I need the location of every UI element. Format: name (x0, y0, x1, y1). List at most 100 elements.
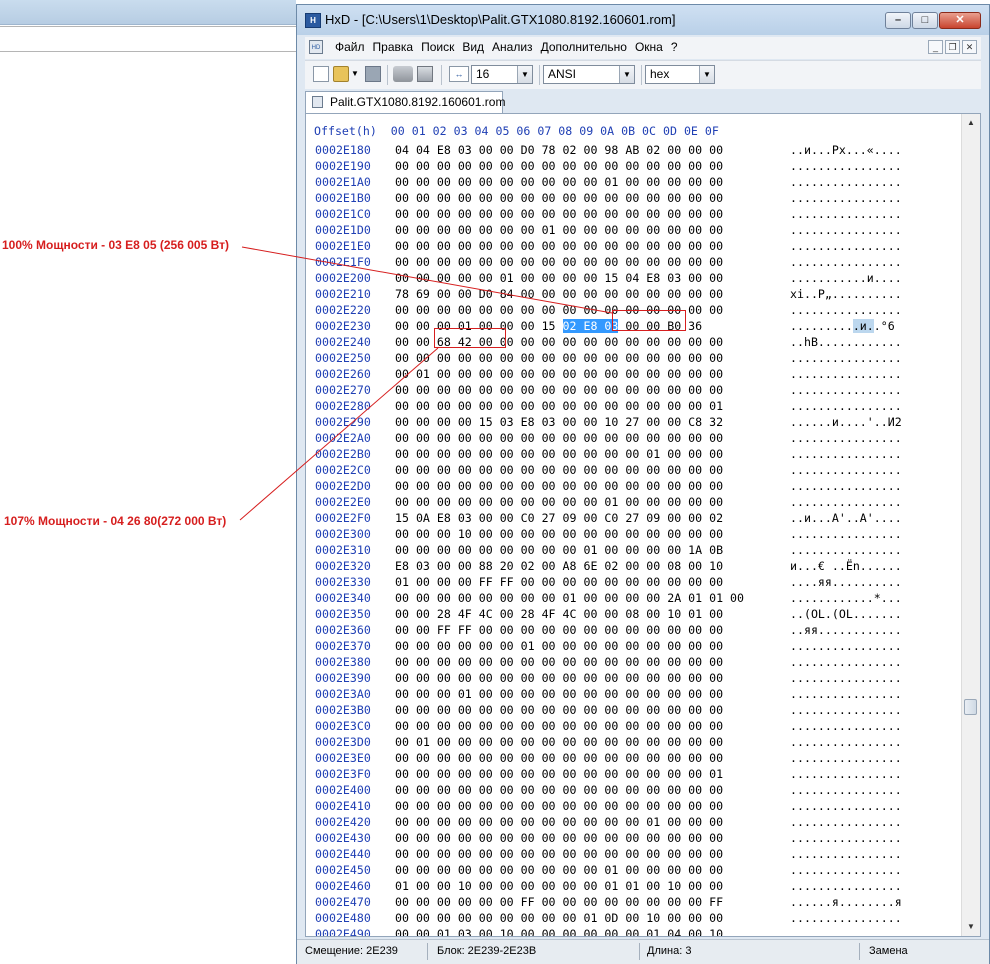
hex-row[interactable]: 0002E320 E8 03 00 00 88 20 02 00 A8 6E 02… (306, 558, 962, 574)
hex-row[interactable]: 0002E3A0 00 00 00 01 00 00 00 00 00 00 00… (306, 686, 962, 702)
row-text[interactable]: ................ (790, 830, 902, 846)
row-hex-bytes[interactable]: 00 00 00 00 00 00 00 00 00 00 00 00 00 0… (395, 238, 723, 254)
row-text[interactable]: ......и....'..И2 (790, 414, 902, 430)
hex-row[interactable]: 0002E3F0 00 00 00 00 00 00 00 00 00 00 00… (306, 766, 962, 782)
hex-row[interactable]: 0002E1C0 00 00 00 00 00 00 00 00 00 00 00… (306, 206, 962, 222)
menu-item[interactable]: Дополнительно (541, 40, 627, 54)
disk-editor-icon[interactable] (417, 66, 433, 82)
row-text[interactable]: ................ (790, 222, 902, 238)
row-hex-bytes[interactable]: 00 00 00 00 00 00 00 00 00 00 00 00 00 0… (395, 718, 723, 734)
hex-row[interactable]: 0002E390 00 00 00 00 00 00 00 00 00 00 00… (306, 670, 962, 686)
bytes-per-row-select[interactable]: 16 ▼ (471, 65, 533, 84)
row-text[interactable]: ................ (790, 686, 902, 702)
hex-row[interactable]: 0002E1E0 00 00 00 00 00 00 00 00 00 00 00… (306, 238, 962, 254)
row-text[interactable]: ............*... (790, 590, 902, 606)
selected-text[interactable]: .и. (852, 319, 874, 333)
row-text[interactable]: ...........и.... (790, 270, 902, 286)
row-text[interactable]: ................ (790, 254, 902, 270)
row-hex-bytes[interactable]: 01 00 00 10 00 00 00 00 00 00 01 01 00 1… (395, 878, 723, 894)
row-text[interactable]: ..и...Px...«.... (790, 142, 902, 158)
hex-row[interactable]: 0002E3B0 00 00 00 00 00 00 00 00 00 00 00… (306, 702, 962, 718)
hex-row[interactable]: 0002E2D0 00 00 00 00 00 00 00 00 00 00 00… (306, 478, 962, 494)
hex-row[interactable]: 0002E1F0 00 00 00 00 00 00 00 00 00 00 00… (306, 254, 962, 270)
row-text[interactable]: ..и...A'..A'.... (790, 510, 902, 526)
row-hex-bytes[interactable]: 00 00 00 00 00 00 00 00 00 00 00 00 00 0… (395, 462, 723, 478)
selected-bytes[interactable]: 02 E8 03 (562, 319, 619, 333)
row-text[interactable]: ......я........я (790, 894, 902, 910)
row-text[interactable]: ................ (790, 462, 902, 478)
row-hex-bytes[interactable]: 00 00 00 00 00 00 00 00 00 00 00 00 00 0… (395, 798, 723, 814)
row-text[interactable]: и...€ ..Ёn...... (790, 558, 902, 574)
hex-row[interactable]: 0002E3D0 00 01 00 00 00 00 00 00 00 00 00… (306, 734, 962, 750)
hex-row[interactable]: 0002E460 01 00 00 10 00 00 00 00 00 00 01… (306, 878, 962, 894)
hex-row[interactable]: 0002E340 00 00 00 00 00 00 00 00 01 00 00… (306, 590, 962, 606)
row-text[interactable]: ................ (790, 638, 902, 654)
row-hex-bytes[interactable]: 00 00 00 00 00 00 FF 00 00 00 00 00 00 0… (395, 894, 723, 910)
row-text[interactable]: ................ (790, 478, 902, 494)
row-hex-bytes[interactable]: E8 03 00 00 88 20 02 00 A8 6E 02 00 00 0… (395, 558, 723, 574)
row-text[interactable]: ................ (790, 670, 902, 686)
row-text[interactable]: ................ (790, 718, 902, 734)
hex-row[interactable]: 0002E240 00 00 68 42 00 00 00 00 00 00 00… (306, 334, 962, 350)
hex-row[interactable]: 0002E2E0 00 00 00 00 00 00 00 00 00 00 01… (306, 494, 962, 510)
row-hex-bytes[interactable]: 00 00 00 00 00 00 00 00 00 00 00 00 00 0… (395, 782, 723, 798)
hex-row[interactable]: 0002E250 00 00 00 00 00 00 00 00 00 00 00… (306, 350, 962, 366)
row-text[interactable]: ................ (790, 446, 902, 462)
maximize-button[interactable]: □ (912, 12, 938, 29)
hex-row[interactable]: 0002E490 00 00 01 03 00 10 00 00 00 00 00… (306, 926, 962, 936)
hex-row[interactable]: 0002E420 00 00 00 00 00 00 00 00 00 00 00… (306, 814, 962, 830)
save-icon[interactable] (365, 66, 381, 82)
row-text[interactable]: ................ (790, 238, 902, 254)
row-text[interactable]: ................ (790, 526, 902, 542)
row-text[interactable]: ................ (790, 366, 902, 382)
hex-row[interactable]: 0002E190 00 00 00 00 00 00 00 00 00 00 00… (306, 158, 962, 174)
hex-row[interactable]: 0002E210 78 69 00 00 D0 84 00 00 00 00 00… (306, 286, 962, 302)
menu-item[interactable]: ? (671, 40, 678, 54)
offset-base-select[interactable]: hex ▼ (645, 65, 715, 84)
row-hex-bytes[interactable]: 00 00 00 00 00 00 00 00 00 00 01 00 00 0… (395, 494, 723, 510)
row-hex-bytes[interactable]: 04 04 E8 03 00 00 D0 78 02 00 98 AB 02 0… (395, 142, 723, 158)
menu-item[interactable]: Правка (373, 40, 414, 54)
row-text[interactable]: ................ (790, 782, 902, 798)
hex-editor[interactable]: Offset(h) 00 01 02 03 04 05 06 07 08 09 … (305, 113, 981, 937)
hex-row[interactable]: 0002E440 00 00 00 00 00 00 00 00 00 00 00… (306, 846, 962, 862)
row-hex-bytes[interactable]: 00 00 00 00 00 00 00 00 00 01 0D 00 10 0… (395, 910, 723, 926)
row-hex-bytes[interactable]: 00 00 00 00 00 00 00 00 01 00 00 00 00 2… (395, 590, 744, 606)
row-text[interactable]: ................ (790, 654, 902, 670)
hex-row[interactable]: 0002E2A0 00 00 00 00 00 00 00 00 00 00 00… (306, 430, 962, 446)
document-icon[interactable]: HD (309, 40, 323, 54)
row-text[interactable]: ................ (790, 494, 902, 510)
row-text[interactable]: ................ (790, 862, 902, 878)
row-text[interactable]: ................ (790, 158, 902, 174)
menu-item[interactable]: Окна (635, 40, 663, 54)
scroll-thumb[interactable] (964, 699, 977, 715)
row-hex-bytes[interactable]: 00 00 00 00 00 00 00 00 00 00 00 00 00 0… (395, 766, 723, 782)
row-hex-bytes[interactable]: 00 00 FF FF 00 00 00 00 00 00 00 00 00 0… (395, 622, 723, 638)
row-hex-bytes[interactable]: 00 00 00 01 00 00 00 00 00 00 00 00 00 0… (395, 686, 723, 702)
hex-row[interactable]: 0002E2F0 15 0A E8 03 00 00 C0 27 09 00 C0… (306, 510, 962, 526)
row-hex-bytes[interactable]: 00 00 00 00 00 00 00 00 00 00 01 00 00 0… (395, 174, 723, 190)
vertical-scrollbar[interactable]: ▲ ▼ (961, 114, 980, 936)
hex-row[interactable]: 0002E430 00 00 00 00 00 00 00 00 00 00 00… (306, 830, 962, 846)
row-hex-bytes[interactable]: 00 00 00 00 00 00 00 00 00 00 00 00 00 0… (395, 254, 723, 270)
row-text[interactable]: ................ (790, 302, 902, 318)
row-hex-bytes[interactable]: 00 00 00 00 00 00 00 01 00 00 00 00 00 0… (395, 222, 723, 238)
row-hex-bytes[interactable]: 00 00 00 00 00 00 01 00 00 00 00 00 00 0… (395, 638, 723, 654)
charset-select[interactable]: ANSI ▼ (543, 65, 635, 84)
row-hex-bytes[interactable]: 00 00 00 00 00 00 00 00 00 01 00 00 00 0… (395, 542, 723, 558)
row-hex-bytes[interactable]: 00 00 00 00 00 00 00 00 00 00 00 00 00 0… (395, 654, 723, 670)
mdi-close-button[interactable]: ✕ (962, 40, 977, 54)
row-text[interactable]: ................ (790, 798, 902, 814)
row-hex-bytes[interactable]: 00 00 00 00 00 00 00 00 00 00 00 00 00 0… (395, 830, 723, 846)
row-text[interactable]: ................ (790, 350, 902, 366)
row-hex-bytes[interactable]: 00 00 00 00 00 00 00 00 00 00 00 00 00 0… (395, 750, 723, 766)
row-text[interactable]: ................ (790, 878, 902, 894)
row-hex-bytes[interactable]: 00 00 00 00 00 00 00 00 00 00 01 00 00 0… (395, 862, 723, 878)
row-hex-bytes[interactable]: 00 01 00 00 00 00 00 00 00 00 00 00 00 0… (395, 366, 723, 382)
hex-row[interactable]: 0002E290 00 00 00 00 15 03 E8 03 00 00 10… (306, 414, 962, 430)
row-hex-bytes[interactable]: 00 00 00 00 00 00 00 00 00 00 00 00 00 0… (395, 190, 723, 206)
hex-row[interactable]: 0002E1D0 00 00 00 00 00 00 00 01 00 00 00… (306, 222, 962, 238)
row-hex-bytes[interactable]: 00 00 00 00 00 01 00 00 00 00 15 04 E8 0… (395, 270, 723, 286)
hex-row[interactable]: 0002E260 00 01 00 00 00 00 00 00 00 00 00… (306, 366, 962, 382)
hex-row[interactable]: 0002E1B0 00 00 00 00 00 00 00 00 00 00 00… (306, 190, 962, 206)
